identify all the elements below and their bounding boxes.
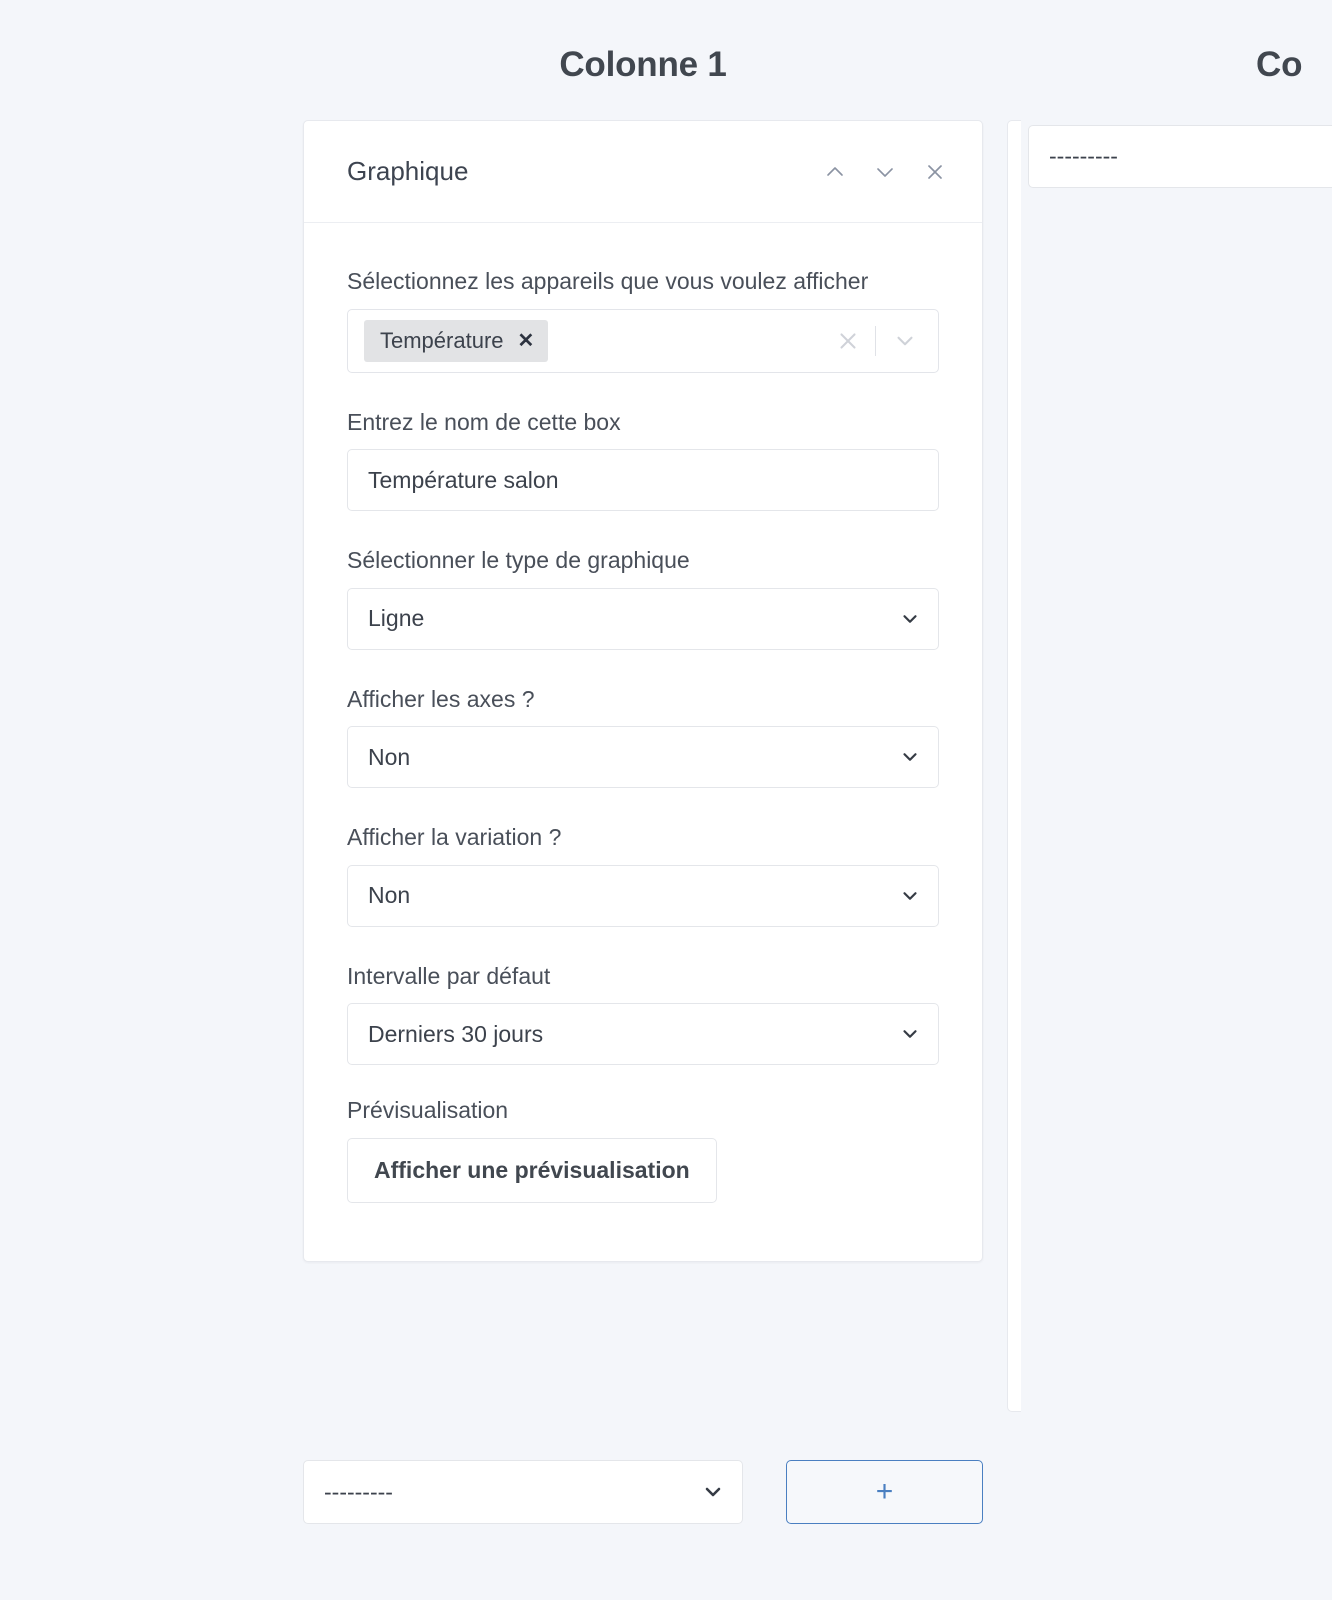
chevron-up-icon[interactable] <box>818 155 852 189</box>
show-variation-value: Non <box>368 882 411 909</box>
devices-tag-list: Température ✕ <box>364 319 821 362</box>
column-2-select[interactable]: --------- <box>1028 125 1332 188</box>
devices-tag-remove-icon[interactable]: ✕ <box>518 331 535 351</box>
devices-multiselect[interactable]: Température ✕ <box>347 308 939 373</box>
show-preview-button[interactable]: Afficher une prévisualisation <box>347 1138 717 1204</box>
clear-icon[interactable] <box>821 328 875 354</box>
field-default-interval: Intervalle par défaut Derniers 30 jours <box>347 961 939 1066</box>
field-devices: Sélectionnez les appareils que vous voul… <box>347 266 939 373</box>
show-axes-select-wrap: Non <box>347 726 939 789</box>
box-name-input[interactable] <box>347 449 939 512</box>
show-variation-select[interactable]: Non <box>347 864 939 927</box>
devices-chevron-down-icon[interactable] <box>876 328 934 354</box>
show-variation-label: Afficher la variation ? <box>347 824 562 851</box>
widget-type-select-wrap: --------- <box>303 1460 743 1524</box>
default-interval-select-wrap: Derniers 30 jours <box>347 1003 939 1066</box>
default-interval-label: Intervalle par défaut <box>347 962 551 989</box>
chart-type-value: Ligne <box>368 605 425 632</box>
field-show-variation: Afficher la variation ? Non <box>347 822 939 927</box>
widget-type-value: --------- <box>324 1478 393 1505</box>
show-variation-select-wrap: Non <box>347 864 939 927</box>
card-header-actions <box>818 155 952 189</box>
widget-type-select[interactable]: --------- <box>303 1460 743 1524</box>
close-icon[interactable] <box>918 155 952 189</box>
column-2-select-value: --------- <box>1049 143 1118 169</box>
preview-label: Prévisualisation <box>347 1097 509 1124</box>
chart-type-select[interactable]: Ligne <box>347 587 939 650</box>
card-header: Graphique <box>304 121 982 223</box>
field-show-axes: Afficher les axes ? Non <box>347 684 939 789</box>
field-preview: Prévisualisation Afficher une prévisuali… <box>347 1095 939 1204</box>
devices-label: Sélectionnez les appareils que vous voul… <box>347 268 869 294</box>
chevron-down-icon[interactable] <box>868 155 902 189</box>
add-widget-button[interactable]: + <box>786 1460 983 1524</box>
box-name-label: Entrez le nom de cette box <box>347 408 621 435</box>
show-axes-select[interactable]: Non <box>347 726 939 789</box>
column-2: Co <box>1028 0 1332 85</box>
chart-type-label: Sélectionner le type de graphique <box>347 547 690 574</box>
devices-indicators <box>821 325 934 356</box>
default-interval-value: Derniers 30 jours <box>368 1020 544 1047</box>
show-axes-label: Afficher les axes ? <box>347 685 535 712</box>
field-chart-type: Sélectionner le type de graphique Ligne <box>347 545 939 650</box>
column-2-title: Co <box>1256 45 1303 84</box>
column-1: Colonne 1 <box>303 0 983 85</box>
chart-type-select-wrap: Ligne <box>347 587 939 650</box>
column-2-card-edge <box>1007 120 1021 1412</box>
devices-tag-label: Température <box>380 327 504 353</box>
dashboard-editor-page: Colonne 1 Co --------- Graphique Sélecti… <box>0 0 1332 1600</box>
card-title: Graphique <box>347 156 469 186</box>
default-interval-select[interactable]: Derniers 30 jours <box>347 1003 939 1066</box>
card-body: Sélectionnez les appareils que vous voul… <box>304 223 982 1261</box>
field-box-name: Entrez le nom de cette box <box>347 407 939 512</box>
show-axes-value: Non <box>368 743 411 770</box>
devices-tag[interactable]: Température ✕ <box>364 319 549 362</box>
graphique-card: Graphique Sélectionnez les appareils que… <box>303 120 983 1263</box>
add-widget-bar: --------- + <box>303 1460 983 1524</box>
column-1-title: Colonne 1 <box>559 45 727 84</box>
